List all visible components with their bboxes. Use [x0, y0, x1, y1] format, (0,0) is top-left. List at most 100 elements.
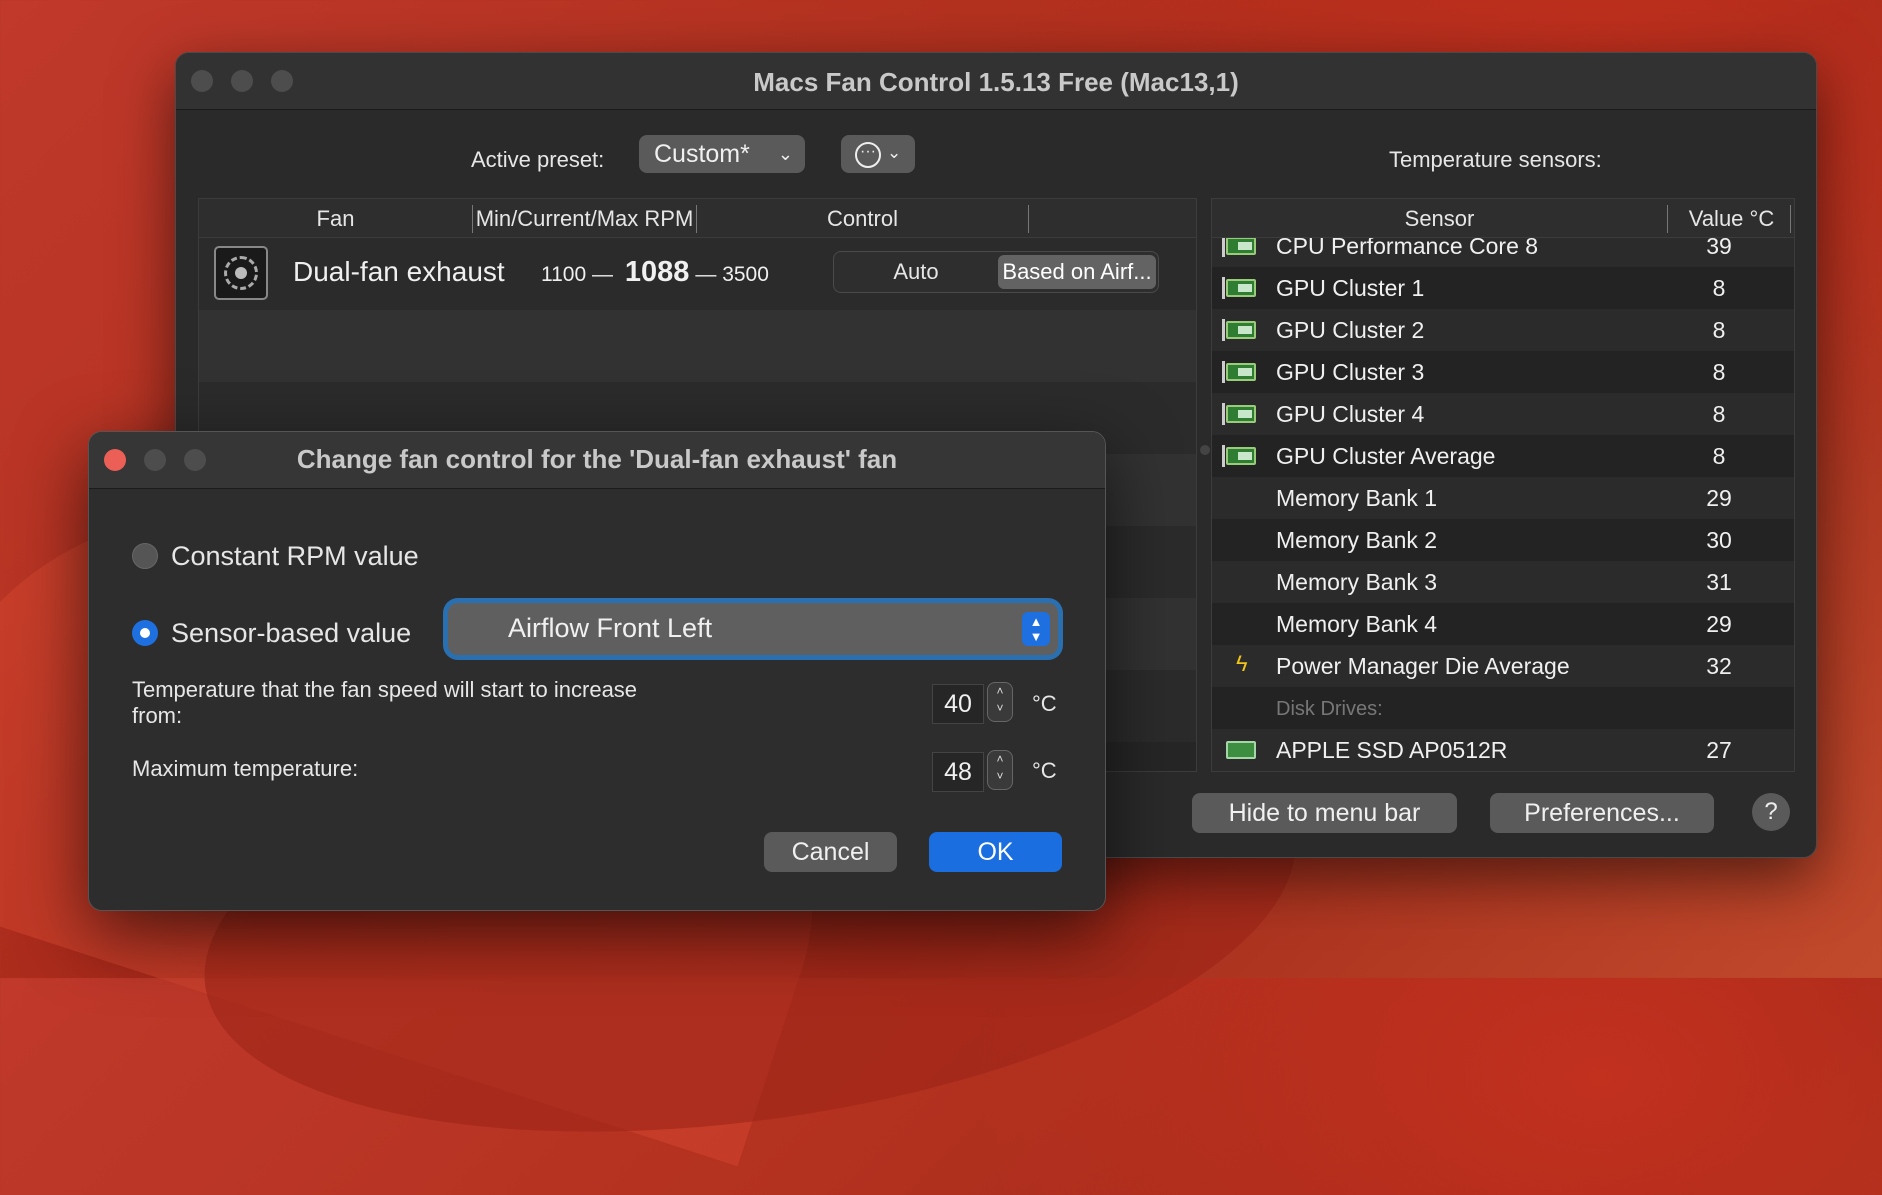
sensor-value: 32	[1706, 653, 1732, 679]
max-temperature-input[interactable]: 48	[932, 752, 984, 792]
start-temperature-input[interactable]: 40	[932, 684, 984, 724]
temperature-sensors-label: Temperature sensors:	[1389, 147, 1602, 172]
table-row[interactable]: Dual-fan exhaust 1100 — 1088— 3500 Auto …	[199, 238, 1196, 310]
sensor-name: Memory Bank 4	[1276, 611, 1438, 637]
ellipsis-circle-icon: ···	[855, 142, 881, 168]
sensor-based-radio[interactable]	[132, 620, 158, 646]
sensor-name: GPU Cluster 1	[1276, 275, 1425, 301]
chip-icon	[1222, 403, 1256, 425]
sensor-value: 31	[1706, 569, 1732, 595]
table-row[interactable]: GPU Cluster 4 8	[1212, 393, 1794, 435]
column-separator	[1028, 205, 1029, 233]
table-row[interactable]: GPU Cluster 1 8	[1212, 267, 1794, 309]
sensor-name: GPU Cluster 2	[1276, 317, 1425, 343]
chip-icon	[1222, 361, 1256, 383]
column-header-sensor[interactable]: Sensor	[1212, 206, 1667, 232]
constant-rpm-label[interactable]: Constant RPM value	[171, 541, 419, 572]
table-row[interactable]: GPU Cluster 3 8	[1212, 351, 1794, 393]
fan-rpm-max: 3500	[722, 263, 769, 286]
dialog-titlebar: Change fan control for the 'Dual-fan exh…	[89, 432, 1105, 489]
sensor-value: 8	[1712, 443, 1726, 469]
fan-table-header: Fan Min/Current/Max RPM Control	[199, 199, 1196, 238]
column-header-control[interactable]: Control	[697, 206, 1028, 232]
bolt-icon: ϟ	[1236, 651, 1248, 676]
window-title: Macs Fan Control 1.5.13 Free (Mac13,1)	[753, 67, 1239, 97]
sensor-table: CPU Performance Core 8 39 GPU Cluster 1 …	[1211, 198, 1795, 772]
chip-icon	[1222, 319, 1256, 341]
table-row[interactable]: APPLE SSD AP0512R 27	[1212, 729, 1794, 771]
group-label: Disk Drives:	[1276, 698, 1383, 720]
table-row[interactable]: ϟ Power Manager Die Average 32	[1212, 645, 1794, 687]
constant-rpm-radio[interactable]	[132, 543, 158, 569]
sensor-list: CPU Performance Core 8 39 GPU Cluster 1 …	[1212, 225, 1794, 771]
preset-select-value: Custom*	[654, 140, 750, 168]
start-temperature-unit: °C	[1032, 691, 1057, 716]
max-temperature-unit: °C	[1032, 758, 1057, 783]
sensor-value: 29	[1706, 611, 1732, 637]
table-row[interactable]: Memory Bank 3 31	[1212, 561, 1794, 603]
sensor-name: Power Manager Die Average	[1276, 653, 1570, 679]
dialog-title: Change fan control for the 'Dual-fan exh…	[296, 444, 898, 474]
sensor-value: 29	[1706, 485, 1732, 511]
sensor-table-header: Sensor Value °C	[1212, 199, 1794, 238]
chevron-down-icon: ⌄	[887, 143, 902, 162]
preset-select[interactable]: Custom* ⌄	[639, 135, 805, 173]
column-header-rpm[interactable]: Min/Current/Max RPM	[473, 206, 696, 232]
preferences-button[interactable]: Preferences...	[1490, 793, 1714, 833]
column-header-value[interactable]: Value °C	[1669, 206, 1794, 232]
fan-icon	[214, 246, 268, 300]
titlebar: Macs Fan Control 1.5.13 Free (Mac13,1)	[176, 53, 1816, 110]
chip-icon	[1222, 445, 1256, 467]
fan-rpm-current: 1088	[624, 256, 690, 288]
max-temperature-label: Maximum temperature:	[132, 756, 359, 781]
chip-icon	[1222, 277, 1256, 299]
sensor-value: 27	[1706, 737, 1732, 763]
split-view-handle[interactable]	[1200, 445, 1210, 455]
fan-name: Dual-fan exhaust	[293, 256, 505, 287]
sensor-value: 30	[1706, 527, 1732, 553]
sensor-name: GPU Cluster Average	[1276, 443, 1496, 469]
sensor-name: GPU Cluster 4	[1276, 401, 1425, 427]
sensor-value: 8	[1712, 401, 1726, 427]
start-temperature-stepper[interactable]: ˄ ˅	[987, 682, 1013, 722]
table-row[interactable]: GPU Cluster 2 8	[1212, 309, 1794, 351]
fan-control-segmented: Auto Based on Airf...	[833, 251, 1159, 293]
sensor-name: Memory Bank 2	[1276, 527, 1438, 553]
table-row[interactable]: Memory Bank 1 29	[1212, 477, 1794, 519]
control-custom-button[interactable]: Based on Airf...	[998, 255, 1156, 289]
sensor-select[interactable]: Airflow Front Left ▲ ▼	[448, 603, 1058, 655]
start-temperature-label: Temperature that the fan speed will star…	[132, 677, 638, 728]
active-preset-label: Active preset:	[471, 147, 605, 172]
empty-row	[199, 310, 1196, 382]
ssd-icon	[1226, 741, 1256, 759]
sensor-value: 8	[1712, 359, 1726, 385]
sensor-name: Memory Bank 1	[1276, 485, 1438, 511]
sensor-name: GPU Cluster 3	[1276, 359, 1425, 385]
ok-button[interactable]: OK	[929, 832, 1062, 872]
table-row[interactable]: Memory Bank 4 29	[1212, 603, 1794, 645]
column-header-fan[interactable]: Fan	[199, 206, 472, 232]
cancel-button[interactable]: Cancel	[764, 832, 897, 872]
sensor-select-value: Airflow Front Left	[508, 613, 713, 643]
chip-icon	[1222, 235, 1256, 257]
sensor-based-label[interactable]: Sensor-based value	[171, 618, 411, 649]
sensor-value: 8	[1712, 317, 1726, 343]
column-separator	[1790, 205, 1791, 233]
control-auto-button[interactable]: Auto	[834, 252, 998, 292]
group-row: Disk Drives:	[1212, 687, 1794, 729]
column-separator	[1667, 205, 1668, 233]
table-row[interactable]: Memory Bank 2 30	[1212, 519, 1794, 561]
fan-control-dialog: Change fan control for the 'Dual-fan exh…	[88, 431, 1106, 911]
table-row[interactable]: GPU Cluster Average 8	[1212, 435, 1794, 477]
max-temperature-stepper[interactable]: ˄ ˅	[987, 750, 1013, 790]
up-down-chevrons-icon: ▲ ▼	[1022, 612, 1050, 646]
hide-to-menu-bar-button[interactable]: Hide to menu bar	[1192, 793, 1457, 833]
preset-actions-button[interactable]: ··· ⌄	[841, 135, 915, 173]
fan-rpm: 1100 — 1088— 3500	[541, 256, 769, 288]
help-button[interactable]: ?	[1752, 793, 1790, 831]
chevron-down-icon: ⌄	[777, 144, 793, 164]
fan-rpm-min: 1100	[541, 263, 587, 286]
sensor-name: Memory Bank 3	[1276, 569, 1438, 595]
sensor-name: APPLE SSD AP0512R	[1276, 737, 1508, 763]
toolbar: Active preset: Custom* ⌄ ··· ⌄ Temperatu…	[176, 135, 1816, 185]
